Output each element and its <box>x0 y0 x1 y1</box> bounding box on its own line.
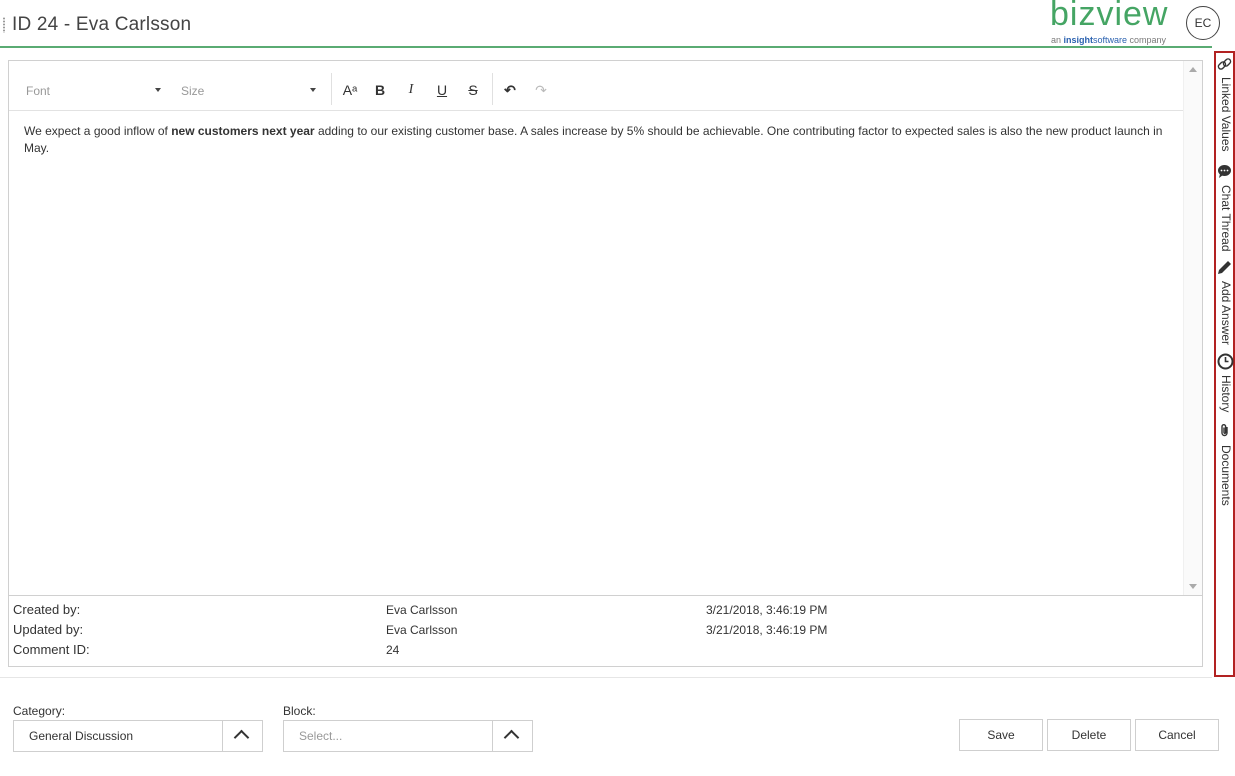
page-title: ID 24 - Eva Carlsson <box>12 14 192 35</box>
editor-toolbar: Font Size Aᵃ B I U S ↶ ↷ <box>9 61 1185 111</box>
size-select[interactable]: Size <box>181 84 204 98</box>
meta-row-comment-id: Comment ID: 24 <box>13 642 400 657</box>
block-select[interactable]: Select... <box>283 720 533 752</box>
chevron-up-icon <box>503 729 520 746</box>
link-icon <box>1217 57 1232 72</box>
undo-button[interactable]: ↶ <box>499 79 521 101</box>
brand-tagline: an insightsoftware company <box>1051 35 1167 45</box>
comment-editor: Font Size Aᵃ B I U S ↶ ↷ We expect a goo… <box>8 60 1203 596</box>
brand-logo: bizview an insightsoftware company <box>1048 0 1173 47</box>
cancel-button[interactable]: Cancel <box>1135 719 1219 751</box>
toolbar-separator <box>331 73 332 105</box>
category-toggle-button[interactable] <box>222 721 262 751</box>
underline-button[interactable]: U <box>431 79 453 101</box>
category-value: General Discussion <box>29 729 134 743</box>
bold-button[interactable]: B <box>369 79 391 101</box>
font-color-button[interactable]: Aᵃ <box>339 79 361 101</box>
save-button[interactable]: Save <box>959 719 1043 751</box>
block-toggle-button[interactable] <box>492 721 532 751</box>
user-avatar[interactable]: EC <box>1186 6 1220 40</box>
redo-button[interactable]: ↷ <box>530 79 552 101</box>
paperclip-icon <box>1217 423 1232 438</box>
side-item-linked-values[interactable]: Linked Values <box>1216 57 1233 155</box>
block-placeholder: Select... <box>299 729 343 743</box>
delete-button[interactable]: Delete <box>1047 719 1131 751</box>
chat-icon <box>1217 164 1232 179</box>
italic-button[interactable]: I <box>400 79 422 101</box>
scroll-up-arrow-icon[interactable] <box>1189 67 1197 72</box>
meta-row-updated: Updated by: Eva Carlsson 3/21/2018, 3:46… <box>13 622 828 637</box>
block-label: Block: <box>283 704 316 718</box>
comment-meta: Created by: Eva Carlsson 3/21/2018, 3:46… <box>8 596 1203 667</box>
header: ID 24 - Eva Carlsson bizview an insights… <box>0 0 1220 48</box>
strikethrough-button[interactable]: S <box>462 79 484 101</box>
footer-divider <box>0 677 1212 678</box>
editor-content[interactable]: We expect a good inflow of new customers… <box>24 123 1174 157</box>
side-item-history[interactable]: History <box>1216 353 1234 418</box>
chevron-up-icon <box>233 729 250 746</box>
brand-wordmark: bizview <box>1050 0 1169 33</box>
editor-scrollbar[interactable] <box>1183 61 1202 595</box>
side-item-chat-thread[interactable]: Chat Thread <box>1216 164 1233 254</box>
pencil-icon <box>1217 260 1232 275</box>
side-item-add-answer[interactable]: Add Answer <box>1216 260 1233 350</box>
category-label: Category: <box>13 704 66 718</box>
meta-row-created: Created by: Eva Carlsson 3/21/2018, 3:46… <box>13 602 828 617</box>
drag-handle-icon[interactable] <box>3 17 5 33</box>
toolbar-separator <box>492 73 493 105</box>
scroll-down-arrow-icon[interactable] <box>1189 584 1197 589</box>
size-dropdown-caret-icon[interactable] <box>310 88 316 92</box>
side-panel: Linked Values Chat Thread Add Answer His… <box>1214 51 1235 677</box>
clock-icon <box>1217 353 1234 370</box>
font-dropdown-caret-icon[interactable] <box>155 88 161 92</box>
category-select[interactable]: General Discussion <box>13 720 263 752</box>
side-item-documents[interactable]: Documents <box>1216 423 1233 508</box>
font-select[interactable]: Font <box>26 84 50 98</box>
